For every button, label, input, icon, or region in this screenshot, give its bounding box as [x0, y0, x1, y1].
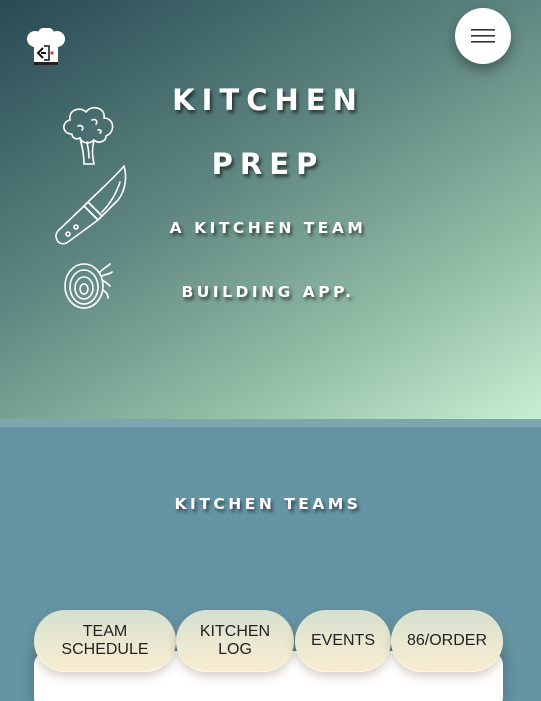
app-title: KITCHEN PREP: [150, 80, 386, 184]
tab-label: KITCHEN LOG: [199, 623, 271, 658]
onion-icon: [64, 263, 113, 309]
tab-label: 86/ORDER: [406, 632, 488, 649]
tagline-line-1: A KITCHEN TEAM: [169, 219, 367, 237]
tab-label: EVENTS: [310, 632, 375, 649]
menu-button[interactable]: [455, 8, 511, 64]
title-line-1: KITCHEN: [172, 83, 364, 117]
chef-knife-icon: [55, 165, 127, 245]
hero-section: KITCHEN PREP A KITCHEN TEAM BUILDING APP…: [0, 0, 541, 419]
tab-team-schedule[interactable]: TEAM SCHEDULE: [34, 610, 176, 672]
tab-events[interactable]: EVENTS: [295, 610, 391, 672]
title-line-2: PREP: [211, 147, 325, 181]
kitchen-teams-section: KITCHEN TEAMS TEAM SCHEDULE KITCHEN LOG …: [0, 427, 541, 701]
tab-label: TEAM SCHEDULE: [61, 623, 149, 658]
section-title: KITCHEN TEAMS: [174, 495, 362, 513]
tab-kitchen-log[interactable]: KITCHEN LOG: [176, 610, 294, 672]
section-divider: [0, 419, 541, 427]
tagline-line-2: BUILDING APP.: [181, 283, 355, 301]
chef-hat-logo-icon[interactable]: [24, 27, 68, 68]
hamburger-menu-icon: [471, 29, 495, 43]
tab-86-order[interactable]: 86/ORDER: [391, 610, 503, 672]
app-tagline: A KITCHEN TEAM BUILDING APP.: [150, 216, 386, 304]
broccoli-icon: [63, 106, 114, 165]
